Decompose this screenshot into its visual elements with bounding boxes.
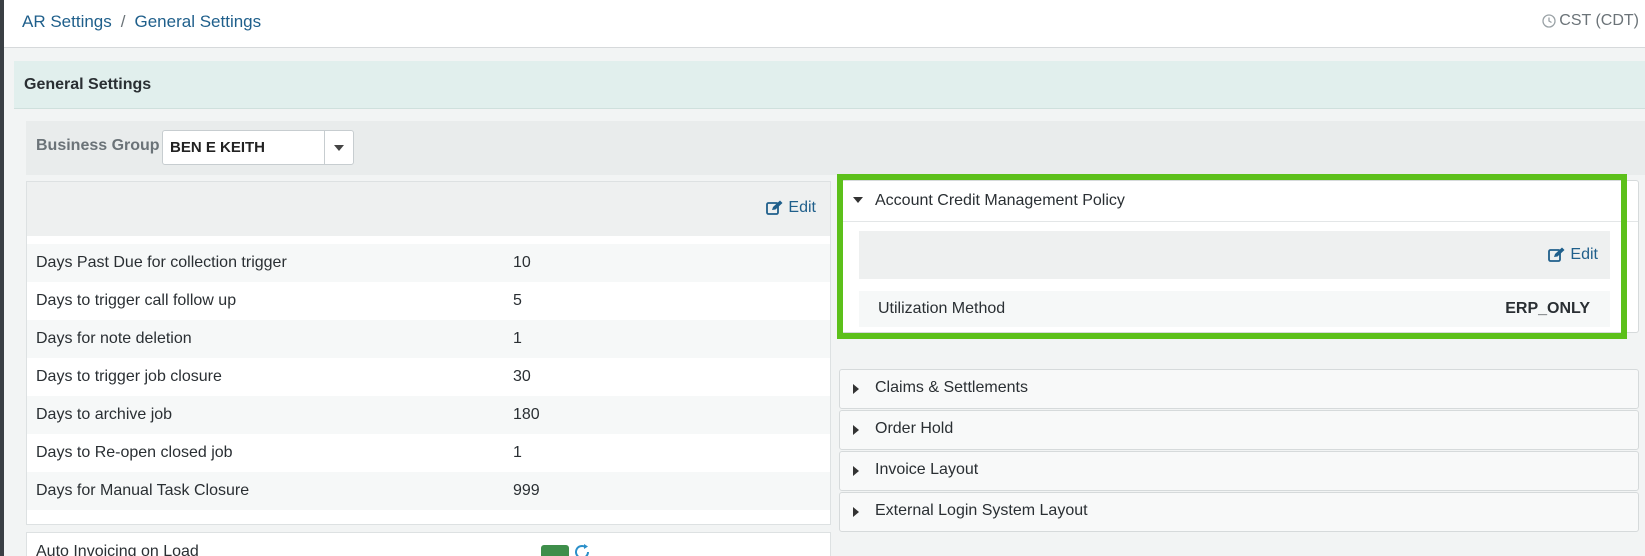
edit-button[interactable]: Edit bbox=[766, 199, 816, 217]
window-edge bbox=[0, 0, 4, 556]
invoice-layout-accordion[interactable]: Invoice Layout bbox=[839, 451, 1639, 491]
order-hold-title: Order Hold bbox=[875, 420, 954, 437]
order-hold-header[interactable]: Order Hold bbox=[840, 411, 1638, 449]
clock-icon bbox=[1542, 14, 1556, 28]
account-credit-policy-title: Account Credit Management Policy bbox=[875, 192, 1125, 209]
utilization-method-label: Utilization Method bbox=[878, 300, 1006, 317]
row-value: 10 bbox=[513, 254, 531, 271]
table-row: Days to archive job 180 bbox=[27, 396, 830, 434]
caret-right-icon bbox=[853, 507, 859, 517]
row-label: Days Past Due for collection trigger bbox=[36, 254, 287, 271]
breadcrumb-ar-settings[interactable]: AR Settings bbox=[22, 12, 112, 31]
caret-right-icon bbox=[853, 384, 859, 394]
table-row: Days Past Due for collection trigger 10 bbox=[27, 244, 830, 282]
settings-table: Days Past Due for collection trigger 10 D… bbox=[27, 244, 830, 510]
timezone-indicator: CST (CDT) bbox=[1542, 12, 1639, 30]
general-settings-panel: Edit Days Past Due for collection trigge… bbox=[26, 181, 831, 525]
row-label: Days for note deletion bbox=[36, 330, 192, 347]
table-row: Days to trigger call follow up 5 bbox=[27, 282, 830, 320]
caret-down-icon bbox=[853, 197, 863, 203]
row-value: 1 bbox=[513, 330, 522, 347]
breadcrumb-separator: / bbox=[120, 12, 126, 31]
page-title: General Settings bbox=[24, 76, 152, 93]
row-label: Days to Re-open closed job bbox=[36, 444, 233, 461]
general-settings-header: General Settings bbox=[14, 61, 1645, 109]
claims-settlements-accordion[interactable]: Claims & Settlements bbox=[839, 369, 1639, 409]
panel-toolbar: Edit bbox=[27, 182, 830, 236]
account-credit-edit-button[interactable]: Edit bbox=[1548, 246, 1598, 264]
row-value: 1 bbox=[513, 444, 522, 461]
row-label: Days for Manual Task Closure bbox=[36, 482, 250, 499]
external-login-accordion[interactable]: External Login System Layout bbox=[839, 492, 1639, 532]
claims-settlements-title: Claims & Settlements bbox=[875, 379, 1028, 396]
caret-down-icon bbox=[334, 144, 344, 151]
table-row: Days for Manual Task Closure 999 bbox=[27, 472, 830, 510]
edit-label: Edit bbox=[788, 199, 816, 216]
row-label: Days to trigger call follow up bbox=[36, 292, 237, 309]
business-group-row: Business Group BEN E KEITH bbox=[26, 121, 1645, 175]
caret-right-icon bbox=[853, 425, 859, 435]
external-login-title: External Login System Layout bbox=[875, 502, 1088, 519]
row-label: Days to trigger job closure bbox=[36, 368, 222, 385]
row-value: 30 bbox=[513, 368, 531, 385]
account-credit-policy-header[interactable]: Account Credit Management Policy bbox=[840, 181, 1638, 222]
business-group-label: Business Group bbox=[36, 137, 160, 154]
business-group-select[interactable]: BEN E KEITH bbox=[162, 130, 354, 165]
edit-icon bbox=[1548, 247, 1565, 262]
breadcrumb-general-settings[interactable]: General Settings bbox=[135, 12, 262, 31]
account-credit-toolbar: Edit bbox=[859, 231, 1610, 279]
refresh-icon[interactable] bbox=[573, 543, 591, 556]
table-row: Days to trigger job closure 30 bbox=[27, 358, 830, 396]
order-hold-accordion[interactable]: Order Hold bbox=[839, 410, 1639, 450]
account-credit-policy-panel: Account Credit Management Policy Edit Ut… bbox=[839, 180, 1639, 333]
auto-invoicing-panel: Auto Invoicing on Load bbox=[26, 532, 831, 556]
caret-right-icon bbox=[853, 466, 859, 476]
row-value: 5 bbox=[513, 292, 522, 309]
row-value: 180 bbox=[513, 406, 540, 423]
row-label: Days to archive job bbox=[36, 406, 173, 423]
timezone-text: CST (CDT) bbox=[1559, 12, 1639, 29]
invoice-layout-title: Invoice Layout bbox=[875, 461, 979, 478]
utilization-method-row: Utilization Method ERP_ONLY bbox=[859, 291, 1610, 327]
utilization-method-value: ERP_ONLY bbox=[1505, 300, 1590, 317]
auto-invoicing-label: Auto Invoicing on Load bbox=[36, 543, 199, 556]
business-group-value: BEN E KEITH bbox=[170, 139, 266, 156]
table-row: Days for note deletion 1 bbox=[27, 320, 830, 358]
top-bar: AR Settings / General Settings CST (CDT) bbox=[4, 0, 1645, 48]
breadcrumb: AR Settings / General Settings bbox=[22, 12, 261, 32]
edit-icon bbox=[766, 200, 783, 215]
external-login-header[interactable]: External Login System Layout bbox=[840, 493, 1638, 531]
edit-label: Edit bbox=[1570, 246, 1598, 263]
business-group-dropdown-toggle[interactable] bbox=[324, 131, 353, 164]
toggle-badge[interactable] bbox=[541, 545, 569, 556]
row-value: 999 bbox=[513, 482, 540, 499]
claims-settlements-header[interactable]: Claims & Settlements bbox=[840, 370, 1638, 408]
invoice-layout-header[interactable]: Invoice Layout bbox=[840, 452, 1638, 490]
table-row: Days to Re-open closed job 1 bbox=[27, 434, 830, 472]
